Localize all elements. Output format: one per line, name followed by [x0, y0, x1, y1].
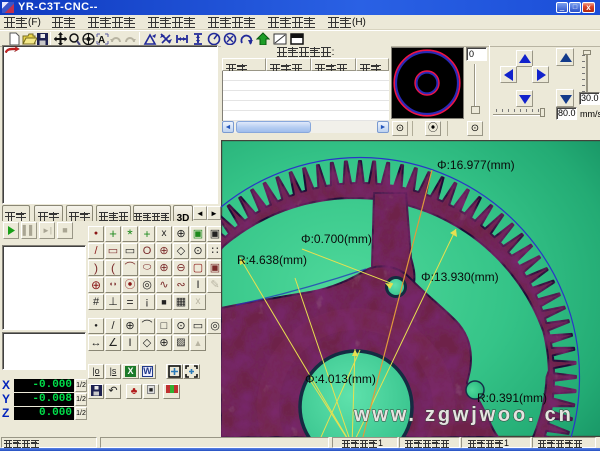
svg-text:Φ:16.977(mm): Φ:16.977(mm): [437, 158, 515, 172]
svg-text:R:0.391(mm): R:0.391(mm): [477, 391, 547, 405]
svg-text:www. zgwjwoo. cn: www. zgwjwoo. cn: [353, 404, 574, 426]
svg-text:Φ:13.930(mm): Φ:13.930(mm): [421, 270, 499, 284]
svg-text:Φ:0.700(mm): Φ:0.700(mm): [301, 232, 372, 246]
svg-text:Φ:4.013(mm): Φ:4.013(mm): [305, 372, 376, 386]
svg-text:R:4.638(mm): R:4.638(mm): [237, 253, 307, 267]
